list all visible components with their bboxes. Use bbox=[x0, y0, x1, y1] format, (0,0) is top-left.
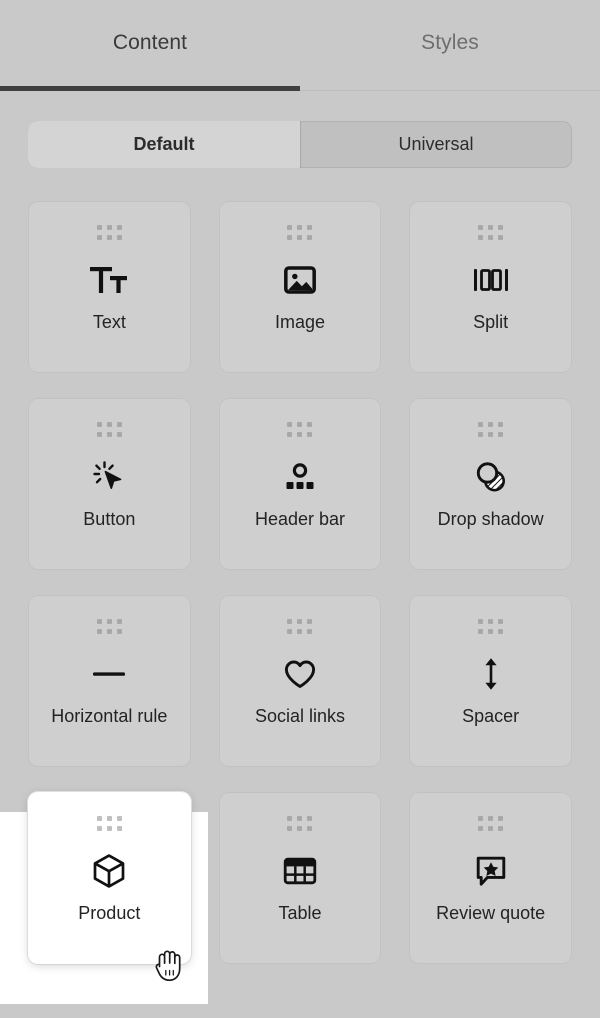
segmented-control: Default Universal bbox=[28, 121, 572, 168]
image-icon bbox=[283, 260, 317, 300]
drag-handle-icon[interactable] bbox=[478, 422, 503, 437]
drag-handle-icon[interactable] bbox=[287, 816, 312, 831]
tab-bar: Content Styles bbox=[0, 0, 600, 91]
drag-handle-icon[interactable] bbox=[478, 619, 503, 634]
tab-content-label: Content bbox=[113, 31, 187, 55]
drag-handle-icon[interactable] bbox=[97, 619, 122, 634]
block-card-button[interactable]: Button bbox=[28, 398, 191, 570]
block-card-label: Spacer bbox=[456, 707, 525, 727]
text-format-icon bbox=[90, 260, 128, 300]
block-card-horizontal-rule[interactable]: Horizontal rule bbox=[28, 595, 191, 767]
drag-handle-icon[interactable] bbox=[478, 225, 503, 240]
drop-shadow-icon bbox=[474, 457, 508, 497]
block-card-label: Drop shadow bbox=[432, 510, 550, 530]
split-columns-icon bbox=[473, 260, 509, 300]
segment-default-label: Default bbox=[133, 134, 194, 155]
drag-handle-icon[interactable] bbox=[97, 225, 122, 240]
block-card-product[interactable]: Product bbox=[28, 792, 191, 964]
table-grid-icon bbox=[283, 851, 317, 891]
horizontal-rule-icon bbox=[91, 654, 127, 694]
block-card-split[interactable]: Split bbox=[409, 201, 572, 373]
block-card-label: Table bbox=[272, 904, 327, 924]
block-card-header-bar[interactable]: Header bar bbox=[219, 398, 382, 570]
active-tab-indicator bbox=[0, 86, 300, 91]
block-card-label: Review quote bbox=[430, 904, 551, 924]
block-card-label: Split bbox=[467, 313, 514, 333]
block-card-label: Horizontal rule bbox=[45, 707, 173, 727]
block-palette-grid: Text Image Split bbox=[0, 168, 600, 964]
cube-icon bbox=[92, 851, 126, 891]
block-card-label: Product bbox=[72, 904, 146, 924]
tab-styles[interactable]: Styles bbox=[300, 0, 600, 91]
segment-default[interactable]: Default bbox=[28, 121, 300, 168]
segment-universal[interactable]: Universal bbox=[300, 121, 572, 168]
heart-icon bbox=[283, 654, 317, 694]
cursor-click-icon bbox=[92, 457, 126, 497]
segmented-control-container: Default Universal bbox=[0, 91, 600, 168]
drag-handle-icon[interactable] bbox=[287, 619, 312, 634]
drag-handle-icon[interactable] bbox=[478, 816, 503, 831]
drag-handle-icon[interactable] bbox=[97, 422, 122, 437]
vertical-arrows-icon bbox=[478, 654, 504, 694]
block-card-spacer[interactable]: Spacer bbox=[409, 595, 572, 767]
tab-content[interactable]: Content bbox=[0, 0, 300, 91]
tab-styles-label: Styles bbox=[421, 31, 479, 55]
block-card-label: Header bar bbox=[249, 510, 351, 530]
drag-handle-icon[interactable] bbox=[287, 422, 312, 437]
block-card-label: Image bbox=[269, 313, 331, 333]
block-card-social-links[interactable]: Social links bbox=[219, 595, 382, 767]
block-card-text[interactable]: Text bbox=[28, 201, 191, 373]
block-card-review-quote[interactable]: Review quote bbox=[409, 792, 572, 964]
block-card-drop-shadow[interactable]: Drop shadow bbox=[409, 398, 572, 570]
block-card-label: Text bbox=[87, 313, 132, 333]
header-bar-icon bbox=[283, 457, 317, 497]
block-card-table[interactable]: Table bbox=[219, 792, 382, 964]
drag-handle-icon[interactable] bbox=[97, 816, 122, 831]
drag-handle-icon[interactable] bbox=[287, 225, 312, 240]
block-card-image[interactable]: Image bbox=[219, 201, 382, 373]
block-card-label: Button bbox=[77, 510, 141, 530]
block-card-label: Social links bbox=[249, 707, 351, 727]
segment-universal-label: Universal bbox=[398, 134, 473, 155]
star-speech-bubble-icon bbox=[474, 851, 508, 891]
